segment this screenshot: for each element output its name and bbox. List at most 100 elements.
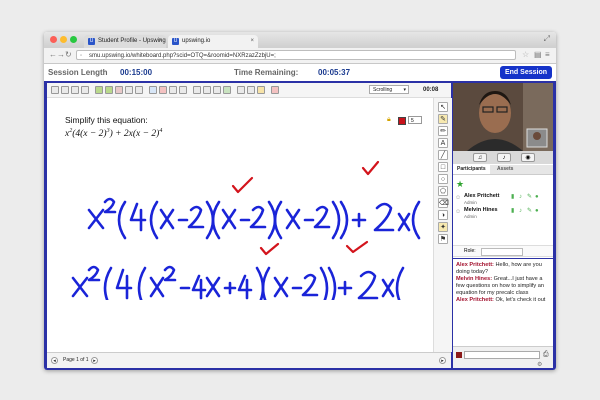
layers-icon[interactable]: [237, 86, 245, 94]
next-page-icon[interactable]: ▸: [91, 357, 98, 364]
rectangle-icon[interactable]: □: [438, 162, 448, 172]
new-page-icon[interactable]: [51, 86, 59, 94]
video-controls: ♫ ♪ ◉: [453, 151, 553, 164]
chat-input[interactable]: [464, 351, 540, 359]
redo-icon[interactable]: [105, 86, 113, 94]
chat-color-swatch[interactable]: [456, 352, 462, 358]
equation-icon[interactable]: [193, 86, 201, 94]
polygon-icon[interactable]: ⬠: [438, 186, 448, 196]
page-navigation: ◂ Page 1 of 1 ▸ ▸: [47, 352, 451, 368]
title-bar: U Student Profile - Upswing × U upswing.…: [44, 32, 556, 48]
pen-permission-icon[interactable]: ✎: [527, 194, 532, 200]
zoom-window-button[interactable]: [70, 36, 77, 43]
settings-icon[interactable]: ⚙: [537, 361, 542, 368]
image-icon[interactable]: [179, 86, 187, 94]
whiteboard-panel: Scrolling ▾ 00:08 Simplify this equation…: [47, 83, 452, 368]
upswing-favicon-icon: U: [172, 38, 179, 45]
microphone-icon[interactable]: ♪: [497, 153, 511, 162]
chat-input-row: ⎙ ⚙: [453, 346, 553, 368]
undo-icon[interactable]: [95, 86, 103, 94]
open-icon[interactable]: [61, 86, 69, 94]
info-icon[interactable]: ●: [535, 208, 539, 214]
send-icon[interactable]: ⎙: [543, 351, 549, 359]
typed-equation: x2(4(x − 2)3) + 2x(x − 2)4: [65, 128, 163, 140]
shapes-icon[interactable]: ◑: [438, 210, 448, 220]
drawing-tools: ↖ ✎ ✏ A ╱ □ ○ ⬠ ⌫ ◑ ✦ ⚑: [433, 98, 452, 352]
scroll-right-icon[interactable]: ▸: [439, 357, 446, 364]
tab-close-icon[interactable]: ×: [250, 35, 254, 48]
camera-icon[interactable]: ◉: [521, 153, 535, 162]
close-window-button[interactable]: [50, 36, 57, 43]
right-sidebar: ♫ ♪ ◉ Participants Assets ★ ☺ Alex Pritc…: [453, 83, 553, 368]
role-label: Role:: [464, 248, 476, 254]
folder-icon[interactable]: [257, 86, 265, 94]
pointer-icon[interactable]: ↖: [438, 102, 448, 112]
video-feed: [453, 83, 553, 151]
stamp-icon[interactable]: ⚑: [438, 234, 448, 244]
zoom-in-icon[interactable]: [149, 86, 157, 94]
eraser-icon[interactable]: ⌫: [438, 198, 449, 208]
pen-size-field[interactable]: 5: [408, 116, 422, 124]
url-field[interactable]: ▫ smu.upswing.io/whiteboard.php?scid=OTQ…: [76, 50, 516, 60]
user-icon: ☺: [455, 209, 462, 215]
star-icon: ★: [456, 179, 465, 189]
tab-student-profile[interactable]: U Student Profile - Upswing ×: [84, 35, 166, 48]
prompt-text: Simplify this equation:: [65, 115, 148, 125]
fullscreen-icon[interactable]: ⤢: [544, 34, 550, 44]
pen-permission-icon[interactable]: ✎: [527, 208, 532, 214]
ellipse-icon[interactable]: ○: [438, 174, 448, 184]
extension-icon[interactable]: ▤: [534, 50, 542, 60]
tab-assets[interactable]: Assets: [493, 165, 517, 174]
tab-participants[interactable]: Participants: [453, 165, 490, 174]
page-label: Page 1 of 1: [63, 357, 89, 363]
back-icon[interactable]: ←: [49, 50, 57, 60]
stop-icon[interactable]: [271, 86, 279, 94]
participant-list: ★ ☺ Alex Pritchett Admin ▮ ♪ ✎ ● ☺ Melvi…: [453, 175, 553, 245]
mic-on-icon[interactable]: ♪: [519, 194, 522, 200]
session-bar: Session Length 00:15:00 Time Remaining: …: [44, 64, 556, 81]
reload-icon[interactable]: ↻: [65, 50, 72, 60]
workspace-frame: Scrolling ▾ 00:08 Simplify this equation…: [44, 81, 556, 370]
bookmark-star-icon[interactable]: ☆: [522, 50, 529, 60]
graph-icon[interactable]: [223, 86, 231, 94]
video-on-icon[interactable]: ▮: [511, 194, 514, 200]
table-icon[interactable]: [203, 86, 211, 94]
role-select[interactable]: [481, 248, 523, 256]
chat-message: Alex Pritchett: Ok, let's check it out: [456, 297, 546, 303]
paste-icon[interactable]: [135, 86, 143, 94]
fill-icon[interactable]: ✦: [438, 222, 448, 232]
record-icon[interactable]: [159, 86, 167, 94]
page-icon: ▫: [80, 53, 83, 59]
mic-on-icon[interactable]: ♪: [519, 208, 522, 214]
tab-close-icon[interactable]: ×: [158, 35, 162, 48]
speaker-icon[interactable]: ♫: [473, 153, 487, 162]
whiteboard-toolbar: Scrolling ▾ 00:08: [47, 83, 451, 98]
tab-upswing[interactable]: U upswing.io ×: [168, 35, 258, 48]
prev-page-icon[interactable]: ◂: [51, 357, 58, 364]
mode-select[interactable]: Scrolling ▾: [369, 85, 409, 94]
minimize-window-button[interactable]: [60, 36, 67, 43]
lock-icon[interactable]: 🔒︎: [387, 116, 391, 124]
end-session-button[interactable]: End Session: [500, 66, 552, 79]
upload-icon[interactable]: [81, 86, 89, 94]
menu-icon[interactable]: ≡: [545, 50, 550, 60]
info-icon[interactable]: ●: [535, 194, 539, 200]
user-icon: ☺: [455, 195, 462, 201]
pen-color-swatch[interactable]: [398, 117, 406, 125]
webcam-image: [453, 83, 553, 151]
video-on-icon[interactable]: ▮: [511, 208, 514, 214]
chart-icon[interactable]: [213, 86, 221, 94]
pen-icon[interactable]: ✎: [438, 114, 448, 124]
grid-icon[interactable]: [169, 86, 177, 94]
save-icon[interactable]: [71, 86, 79, 94]
participant-tabs: Participants Assets: [453, 165, 553, 175]
delete-icon[interactable]: [115, 86, 123, 94]
highlighter-icon[interactable]: ✏: [438, 126, 448, 136]
forward-icon[interactable]: →: [57, 50, 65, 60]
handwriting-ink: [71, 160, 421, 300]
whiteboard-canvas[interactable]: Simplify this equation: x2(4(x − 2)3) + …: [47, 98, 433, 352]
text-tool-icon[interactable]: A: [438, 138, 448, 148]
line-icon[interactable]: ╱: [438, 150, 448, 160]
lock-icon[interactable]: [247, 86, 255, 94]
copy-icon[interactable]: [125, 86, 133, 94]
